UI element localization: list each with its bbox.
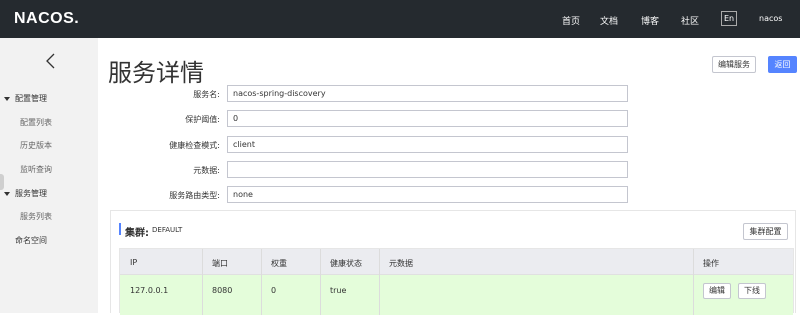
language-switch[interactable]: En (721, 11, 737, 26)
sidebar-item-config-list[interactable]: 配置列表 (20, 117, 52, 128)
column-divider (379, 249, 380, 315)
column-divider (693, 249, 694, 315)
cell-ip: 127.0.0.1 (130, 286, 169, 295)
page-title: 服务详情 (108, 59, 204, 87)
sidebar-group-config[interactable]: 配置管理 (4, 93, 47, 104)
cluster-title: 集群: (125, 228, 149, 239)
offline-instance-button[interactable]: 下线 (738, 283, 766, 299)
protect-threshold-field[interactable]: 0 (227, 110, 628, 127)
column-divider (202, 249, 203, 315)
column-header-health: 健康状态 (330, 259, 362, 268)
sidebar-group-service[interactable]: 服务管理 (4, 188, 47, 199)
cluster-accent-bar (119, 223, 121, 235)
user-name[interactable]: nacos (759, 14, 782, 23)
column-divider (320, 249, 321, 315)
column-header-actions: 操作 (703, 259, 719, 268)
sidebar-item-history[interactable]: 历史版本 (20, 140, 52, 151)
health-check-mode-label: 健康检查模式: (169, 141, 220, 150)
sidebar-group-label: 服务管理 (15, 189, 47, 198)
sidebar-item-service-list[interactable]: 服务列表 (20, 211, 52, 222)
route-type-field[interactable]: none (227, 186, 628, 203)
sidebar-item-namespace[interactable]: 命名空间 (15, 235, 47, 246)
expand-triangle-icon (4, 191, 10, 196)
nav-community[interactable]: 社区 (681, 14, 699, 27)
nav-blog[interactable]: 博客 (641, 14, 659, 27)
sidebar-item-listener[interactable]: 监听查询 (20, 164, 52, 175)
nav-docs[interactable]: 文档 (600, 14, 618, 27)
back-button[interactable]: 返回 (768, 56, 797, 73)
protect-threshold-label: 保护阈值: (185, 115, 220, 124)
sidebar: 配置管理 配置列表 历史版本 监听查询 服务管理 服务列表 命名空间 (0, 38, 98, 313)
edit-instance-button[interactable]: 编辑 (703, 283, 731, 299)
sidebar-toggle-handle[interactable] (0, 174, 4, 190)
service-name-field[interactable]: nacos-spring-discovery (227, 85, 628, 102)
column-divider (261, 249, 262, 315)
collapse-chevron-left-icon[interactable] (44, 52, 58, 70)
instance-table: IP 端口 权重 健康状态 元数据 操作 127.0.0.1 8080 0 tr… (119, 248, 794, 315)
service-name-label: 服务名: (193, 90, 220, 99)
sidebar-group-label: 配置管理 (15, 94, 47, 103)
health-check-mode-field[interactable]: client (227, 136, 628, 153)
nacos-logo[interactable]: NACOS. (14, 10, 79, 28)
column-header-weight: 权重 (271, 259, 287, 268)
metadata-field[interactable] (227, 161, 628, 178)
route-type-label: 服务路由类型: (169, 191, 220, 200)
edit-service-button[interactable]: 编辑服务 (712, 56, 756, 73)
column-header-metadata: 元数据 (389, 259, 413, 268)
column-header-ip: IP (130, 258, 138, 267)
cluster-name: DEFAULT (152, 226, 183, 234)
metadata-label: 元数据: (193, 166, 220, 175)
cell-weight: 0 (271, 286, 277, 295)
cluster-config-button[interactable]: 集群配置 (743, 223, 788, 240)
expand-triangle-icon (4, 96, 10, 101)
cell-health: true (330, 286, 347, 295)
column-header-port: 端口 (212, 259, 228, 268)
nav-home[interactable]: 首页 (562, 14, 580, 27)
top-navbar: NACOS. 首页 文档 博客 社区 En nacos (0, 0, 800, 38)
cell-port: 8080 (212, 286, 233, 295)
